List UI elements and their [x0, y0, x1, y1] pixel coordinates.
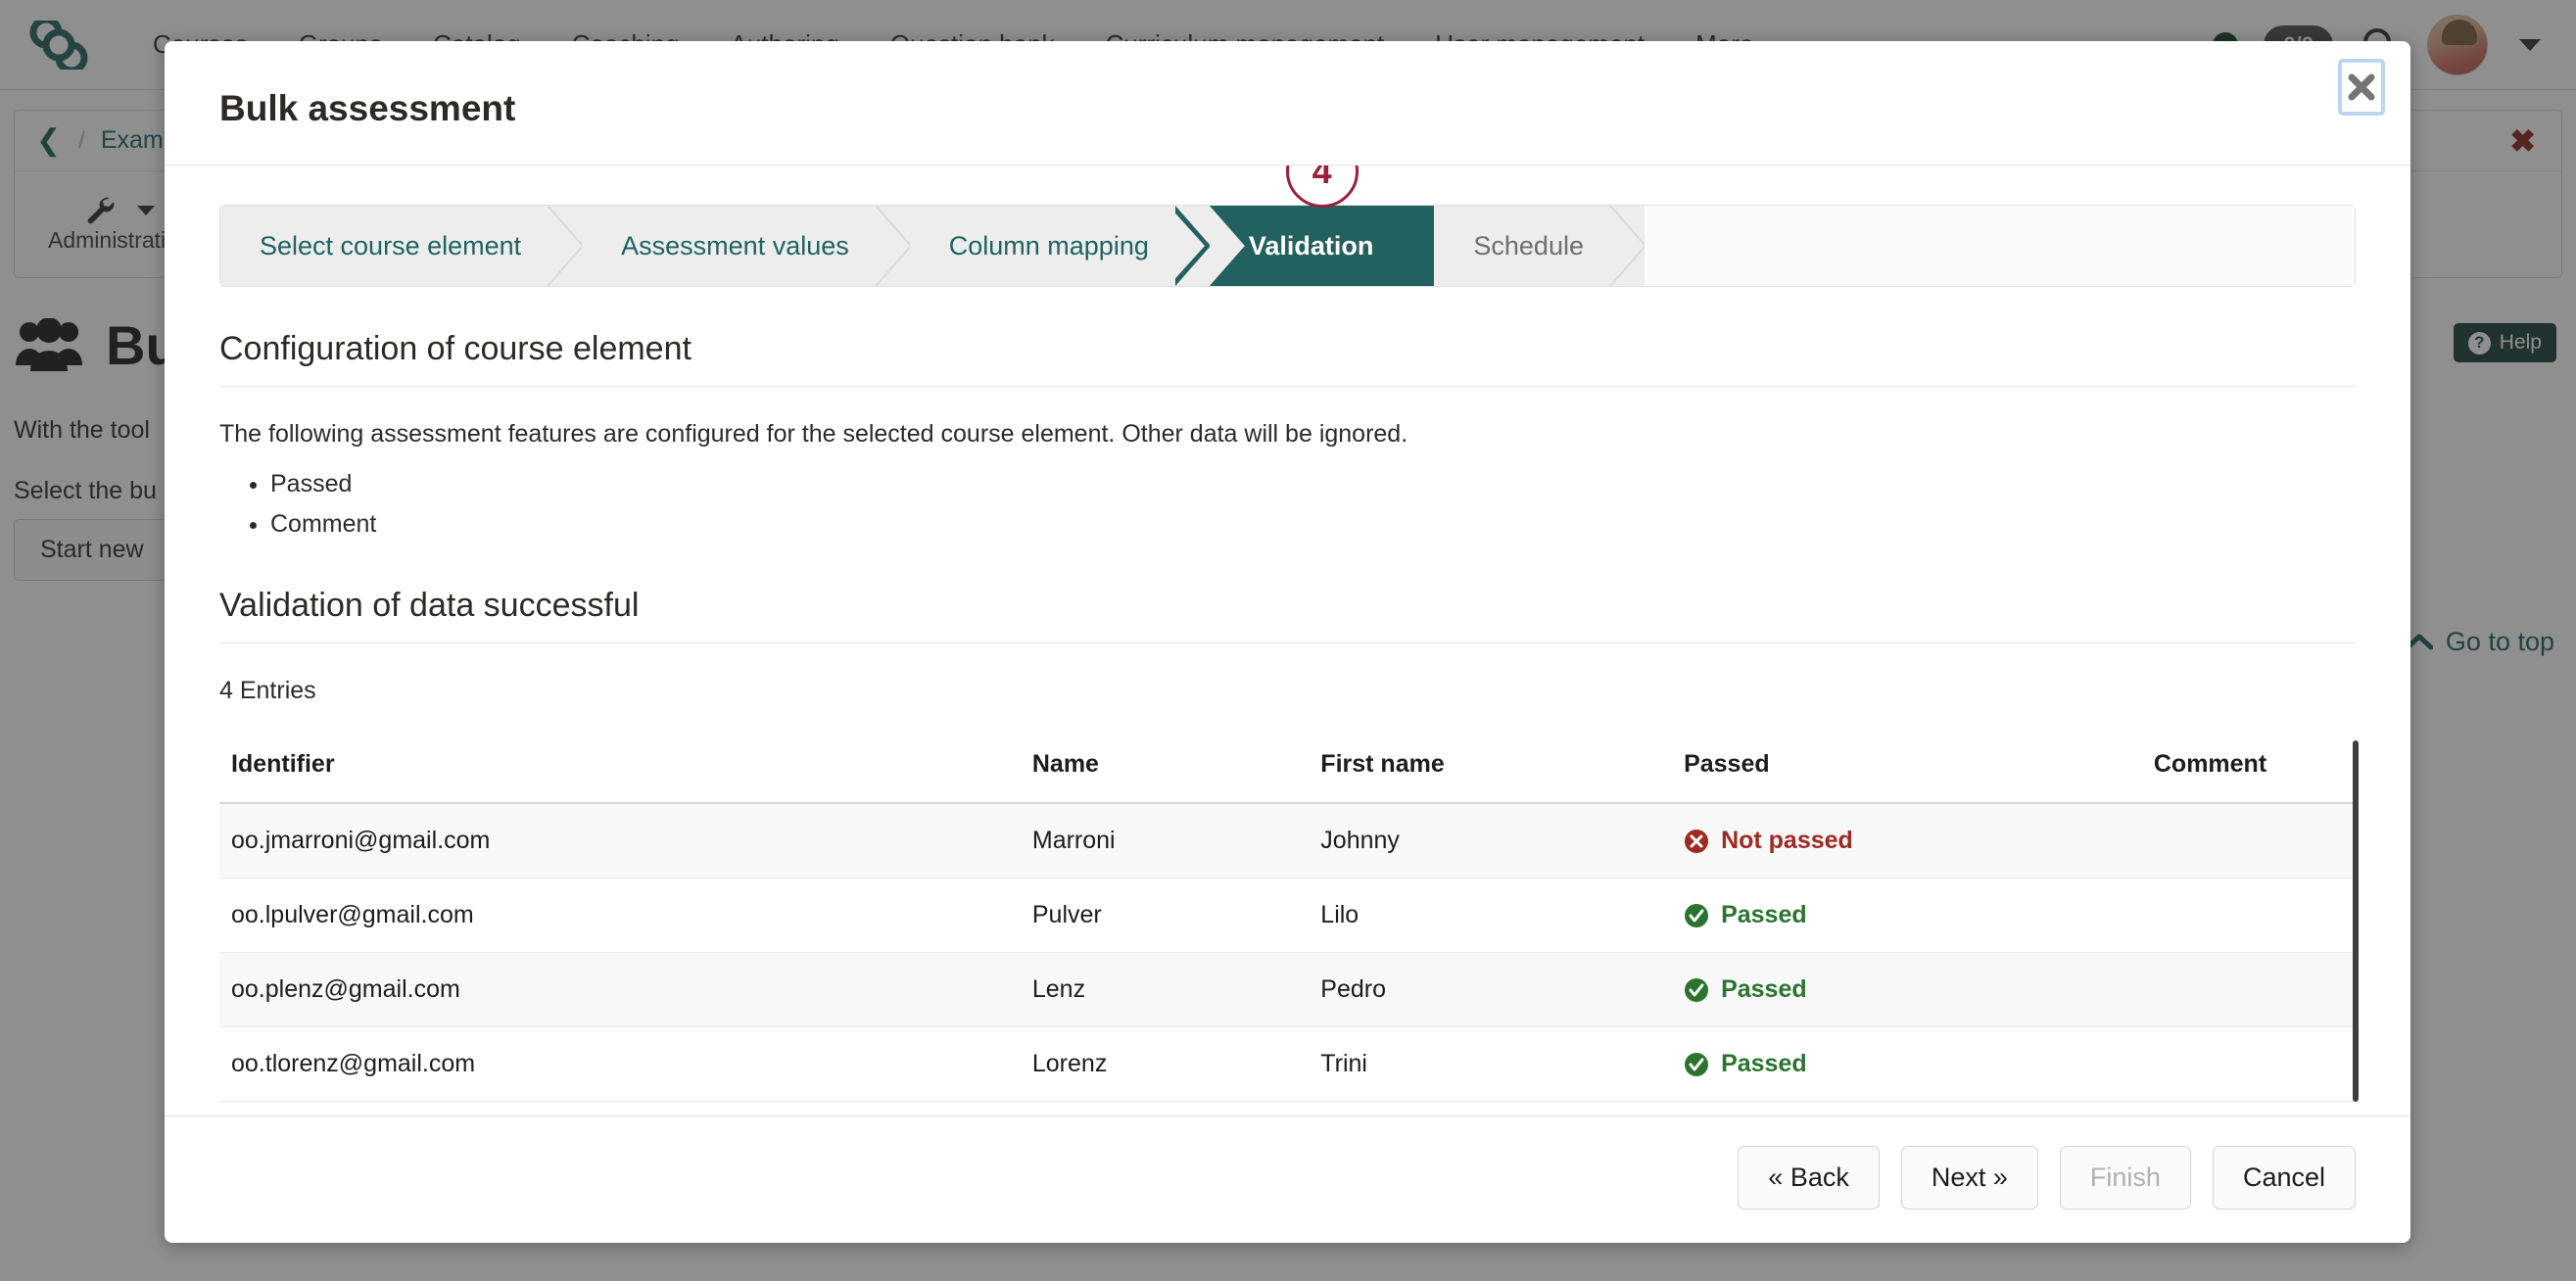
modal-header: Bulk assessment	[165, 41, 2410, 166]
table-row[interactable]: oo.tlorenz@gmail.com Lorenz Trini Passed	[219, 1027, 2356, 1102]
status-badge-not-passed: Not passed	[1684, 827, 2142, 855]
status-badge-passed: Passed	[1684, 975, 2142, 1004]
cell-passed: Not passed	[1672, 803, 2142, 878]
cell-comment	[2142, 803, 2356, 878]
wizard-step-number-badge: 4	[1286, 166, 1359, 208]
cell-first-name: Lilo	[1309, 878, 1672, 953]
status-label: Passed	[1721, 1050, 1807, 1078]
entries-count-label: 4 Entries	[219, 677, 2356, 705]
wizard-step-validation[interactable]: 4 Validation	[1210, 206, 1435, 286]
wizard-step-schedule[interactable]: Schedule	[1434, 206, 1645, 286]
configured-features-list: Passed Comment	[219, 464, 2356, 544]
column-header-passed[interactable]: Passed	[1672, 740, 2142, 803]
next-button[interactable]: Next »	[1901, 1146, 2038, 1210]
chevron-separator-icon	[1610, 206, 1646, 286]
chevron-separator-icon	[1400, 206, 1435, 286]
cancel-button[interactable]: Cancel	[2213, 1146, 2356, 1210]
back-chevron-icon: «	[1768, 1162, 1783, 1192]
wizard-step-label: Column mapping	[949, 231, 1149, 261]
column-header-identifier[interactable]: Identifier	[219, 740, 1021, 803]
table-vertical-scrollbar[interactable]	[2353, 740, 2359, 1102]
wizard-step-label: Validation	[1249, 231, 1374, 261]
back-label: Back	[1790, 1162, 1849, 1192]
modal-title: Bulk assessment	[219, 88, 2356, 129]
table-header-row: Identifier Name First name Passed Commen…	[219, 740, 2356, 803]
cell-first-name: Trini	[1309, 1027, 1672, 1102]
config-section-description: The following assessment features are co…	[219, 420, 2356, 449]
next-label: Next	[1932, 1162, 1986, 1192]
wizard-step-label: Assessment values	[621, 231, 849, 261]
chevron-separator-icon	[876, 206, 911, 286]
cell-name: Pulver	[1021, 878, 1309, 953]
validation-table: Identifier Name First name Passed Commen…	[219, 740, 2356, 1102]
cell-passed: Passed	[1672, 1027, 2142, 1102]
cell-first-name: Pedro	[1309, 953, 1672, 1027]
chevron-separator-icon	[1175, 206, 1211, 286]
wizard-step-label: Schedule	[1473, 231, 1584, 261]
column-header-name[interactable]: Name	[1021, 740, 1309, 803]
finish-button: Finish	[2060, 1146, 2191, 1210]
error-circle-icon	[1684, 829, 1709, 854]
cell-identifier: oo.jmarroni@gmail.com	[219, 803, 1021, 878]
cell-identifier: oo.plenz@gmail.com	[219, 953, 1021, 1027]
wizard-step-assessment-values[interactable]: Assessment values	[582, 206, 910, 286]
check-circle-icon	[1684, 977, 1709, 1003]
cell-identifier: oo.tlorenz@gmail.com	[219, 1027, 1021, 1102]
modal-footer: « Back Next » Finish Cancel	[165, 1115, 2410, 1243]
list-item: Comment	[270, 504, 2356, 545]
status-label: Passed	[1721, 975, 1807, 1004]
config-section-heading: Configuration of course element	[219, 330, 2356, 387]
wizard-steps: Select course element Assessment values …	[219, 205, 2356, 287]
cell-comment	[2142, 878, 2356, 953]
chevron-separator-icon	[548, 206, 583, 286]
check-circle-icon	[1684, 903, 1709, 928]
check-circle-icon	[1684, 1052, 1709, 1077]
column-header-first-name[interactable]: First name	[1309, 740, 1672, 803]
cell-comment	[2142, 1027, 2356, 1102]
cell-name: Lenz	[1021, 953, 1309, 1027]
cell-identifier: oo.lpulver@gmail.com	[219, 878, 1021, 953]
status-label: Not passed	[1721, 827, 1853, 855]
table-body: oo.jmarroni@gmail.com Marroni Johnny Not…	[219, 803, 2356, 1102]
table-row[interactable]: oo.lpulver@gmail.com Pulver Lilo Passed	[219, 878, 2356, 953]
table-row[interactable]: oo.jmarroni@gmail.com Marroni Johnny Not…	[219, 803, 2356, 878]
cell-name: Marroni	[1021, 803, 1309, 878]
table-row[interactable]: oo.plenz@gmail.com Lenz Pedro Passed	[219, 953, 2356, 1027]
list-item: Passed	[270, 464, 2356, 504]
wizard-step-select-course-element[interactable]: Select course element	[220, 206, 582, 286]
table-header: Identifier Name First name Passed Commen…	[219, 740, 2356, 803]
bulk-assessment-modal: Bulk assessment Select course element As…	[165, 41, 2410, 1243]
next-chevron-icon: »	[1993, 1162, 2008, 1192]
modal-body: Select course element Assessment values …	[165, 166, 2410, 1115]
status-badge-passed: Passed	[1684, 901, 2142, 929]
validation-table-wrapper: Identifier Name First name Passed Commen…	[219, 740, 2356, 1102]
status-label: Passed	[1721, 901, 1807, 929]
wizard-tail	[1645, 206, 2355, 286]
cell-comment	[2142, 953, 2356, 1027]
wizard-step-label: Select course element	[260, 231, 521, 261]
column-header-comment[interactable]: Comment	[2142, 740, 2356, 803]
cell-name: Lorenz	[1021, 1027, 1309, 1102]
validation-section-heading: Validation of data successful	[219, 587, 2356, 643]
cell-passed: Passed	[1672, 953, 2142, 1027]
status-badge-passed: Passed	[1684, 1050, 2142, 1078]
cell-passed: Passed	[1672, 878, 2142, 953]
close-icon[interactable]	[2338, 59, 2385, 116]
back-button[interactable]: « Back	[1738, 1146, 1880, 1210]
wizard-step-column-mapping[interactable]: Column mapping	[910, 206, 1210, 286]
cell-first-name: Johnny	[1309, 803, 1672, 878]
